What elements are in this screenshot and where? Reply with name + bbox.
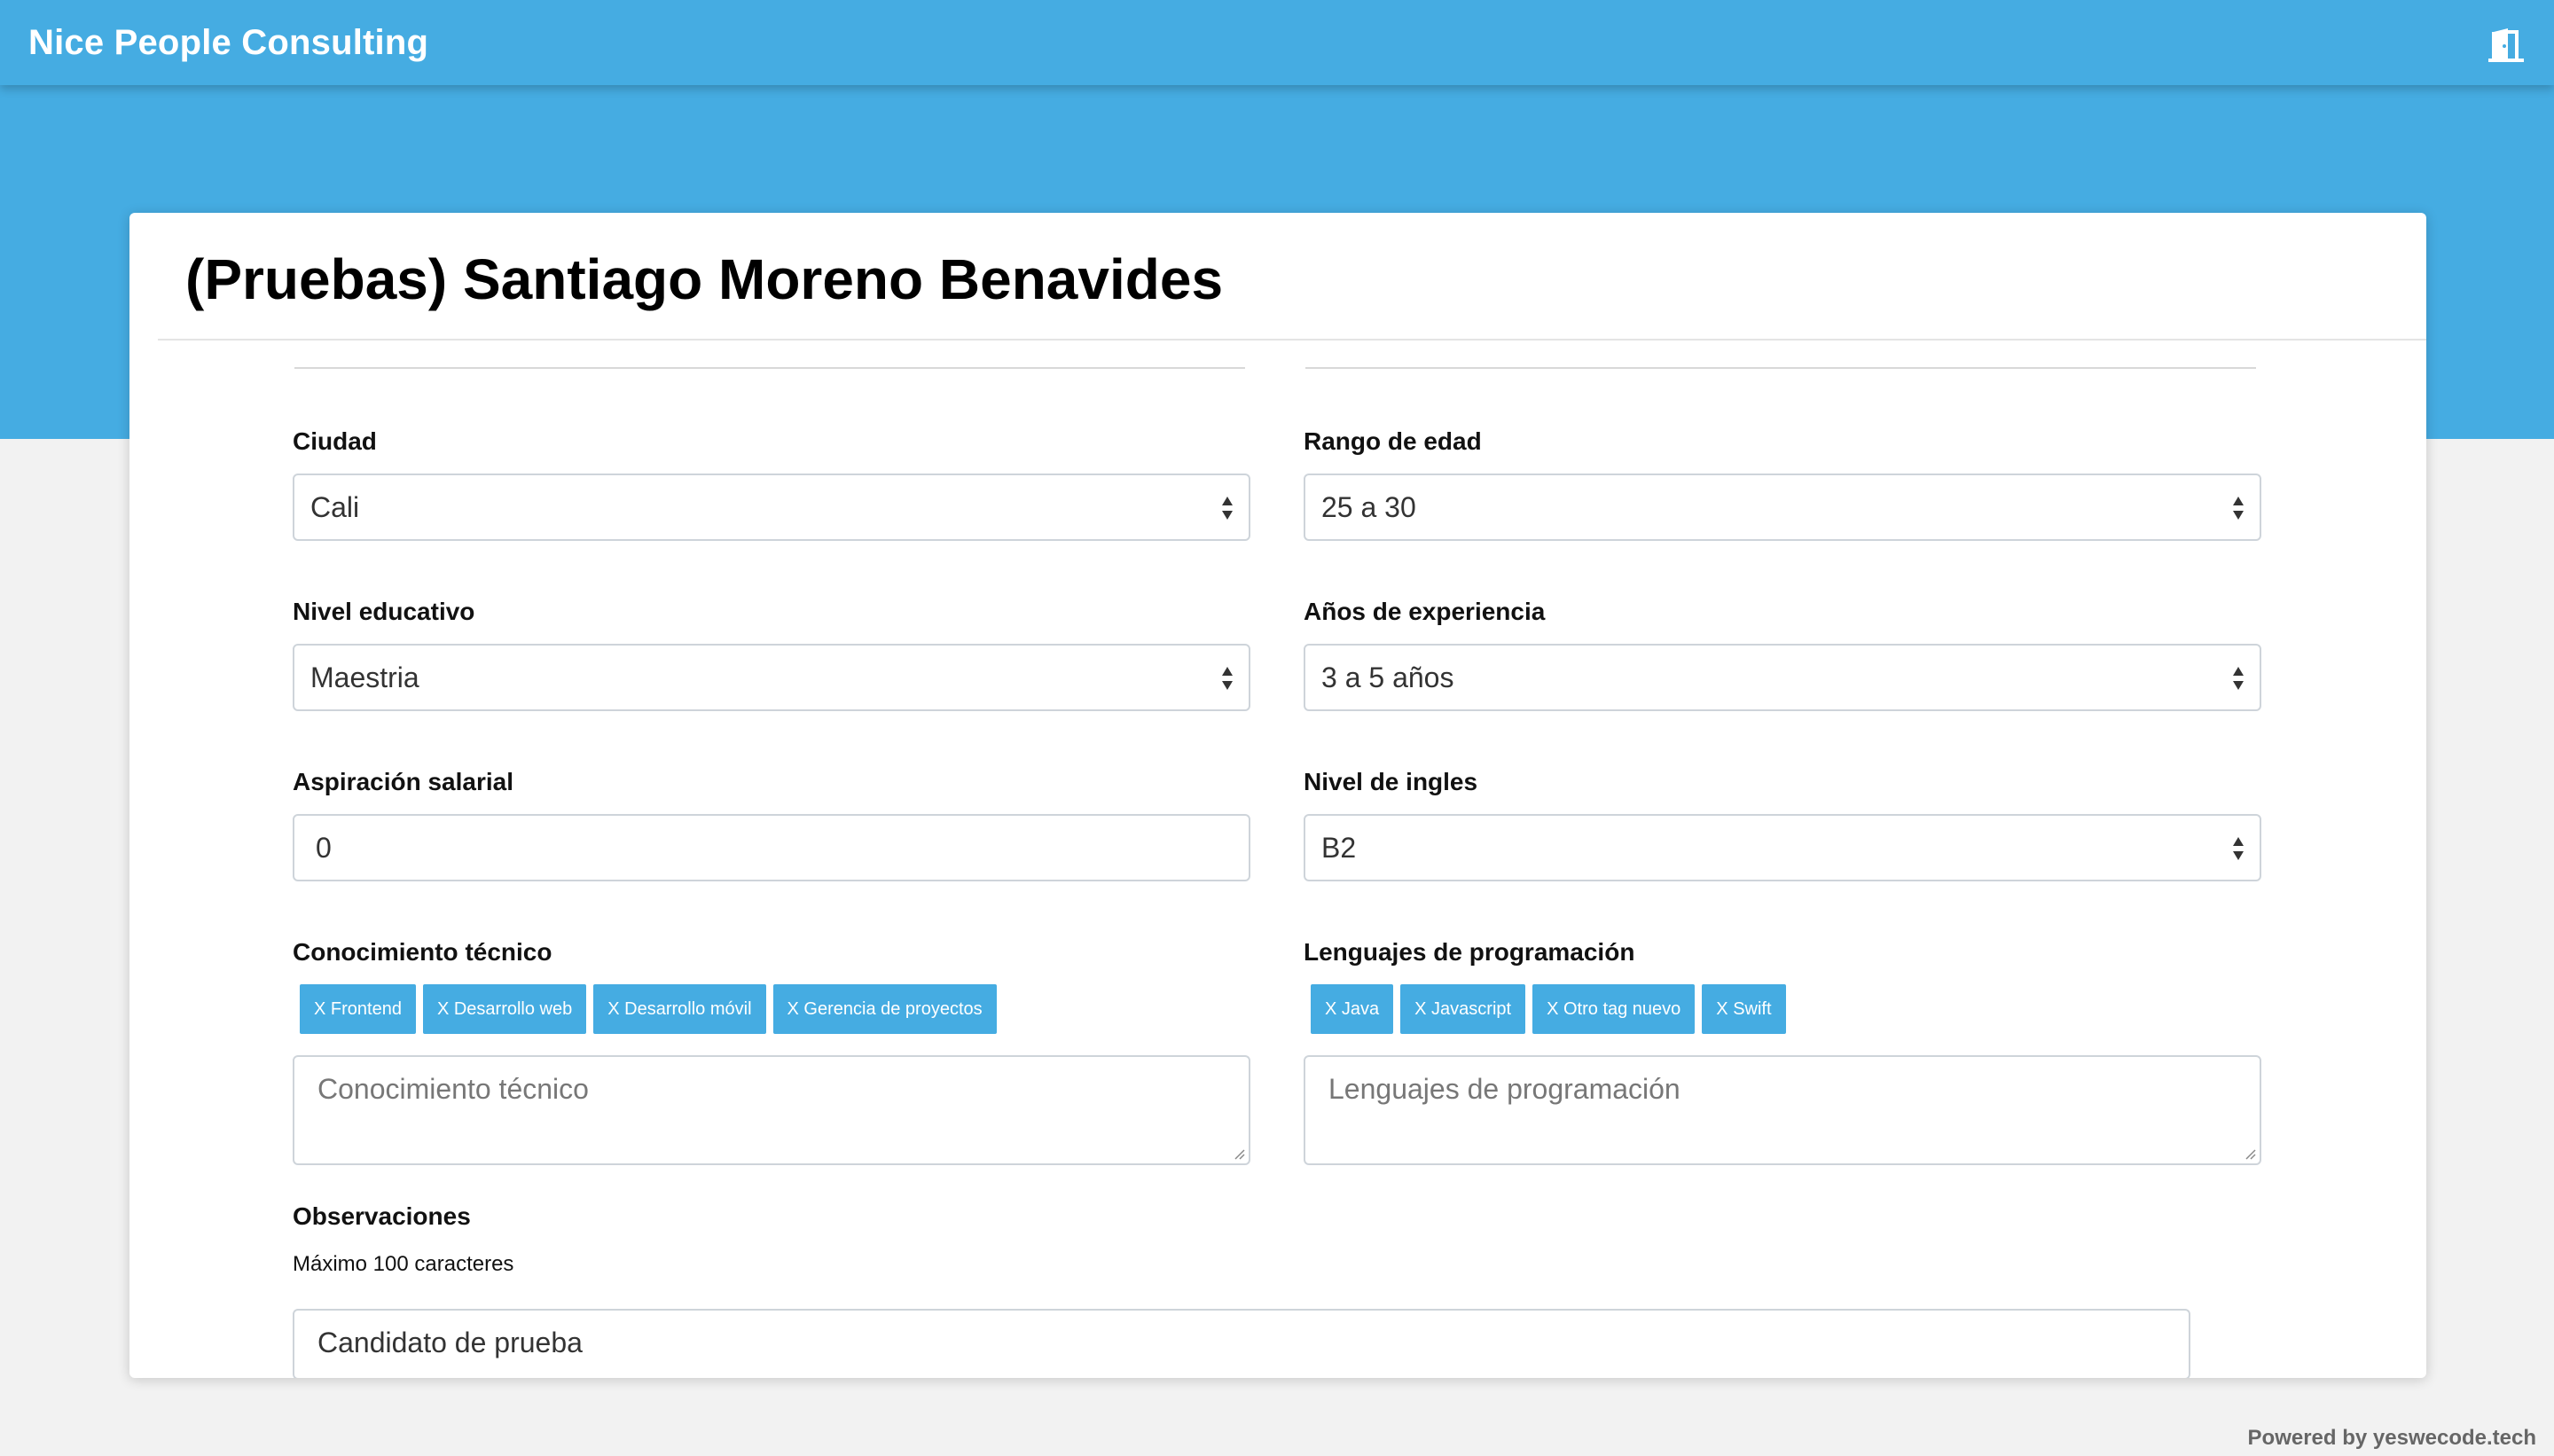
observaciones-textarea[interactable]: Candidato de prueba xyxy=(293,1309,2190,1378)
tag-frontend[interactable]: X Frontend xyxy=(300,984,416,1034)
observaciones-label: Observaciones xyxy=(293,1202,471,1230)
brand-name[interactable]: Nice People Consulting xyxy=(28,23,428,63)
anos-experiencia-select[interactable]: 3 a 5 años xyxy=(1304,644,2261,711)
tag-desarrollo-web[interactable]: X Desarrollo web xyxy=(422,984,587,1034)
lenguajes-tags: X Java X Javascript X Otro tag nuevo X S… xyxy=(1311,984,1786,1034)
tag-swift[interactable]: X Swift xyxy=(1702,984,1786,1034)
select-arrows-icon xyxy=(1222,667,1233,690)
conocimiento-tecnico-placeholder: Conocimiento técnico xyxy=(317,1073,589,1105)
select-arrows-icon xyxy=(1222,497,1233,520)
powered-by-footer[interactable]: Powered by yeswecode.tech xyxy=(2248,1426,2536,1451)
top-navbar: Nice People Consulting xyxy=(0,0,2554,85)
aspiracion-salarial-value: 0 xyxy=(316,832,332,864)
aspiracion-salarial-input[interactable]: 0 xyxy=(293,814,1250,881)
tag-otro-tag-nuevo[interactable]: X Otro tag nuevo xyxy=(1532,984,1696,1034)
tag-desarrollo-movil[interactable]: X Desarrollo móvil xyxy=(593,984,766,1034)
rango-edad-value: 25 a 30 xyxy=(1321,491,1416,523)
anos-experiencia-value: 3 a 5 años xyxy=(1321,661,1454,693)
conocimiento-tecnico-textarea[interactable]: Conocimiento técnico xyxy=(293,1055,1250,1165)
nivel-educativo-label: Nivel educativo xyxy=(293,598,475,625)
conocimiento-tecnico-label: Conocimiento técnico xyxy=(293,938,552,966)
lenguajes-textarea[interactable]: Lenguajes de programación xyxy=(1304,1055,2261,1165)
tag-java[interactable]: X Java xyxy=(1311,984,1394,1034)
ciudad-select[interactable]: Cali xyxy=(293,474,1250,541)
right-column-rule xyxy=(1305,367,2256,369)
ciudad-label: Ciudad xyxy=(293,427,377,455)
aspiracion-salarial-label: Aspiración salarial xyxy=(293,768,514,795)
ciudad-value: Cali xyxy=(310,491,360,523)
nivel-educativo-select[interactable]: Maestria xyxy=(293,644,1250,711)
tag-javascript[interactable]: X Javascript xyxy=(1400,984,1526,1034)
observaciones-hint: Máximo 100 caracteres xyxy=(293,1252,514,1276)
nivel-educativo-value: Maestria xyxy=(310,661,419,693)
candidate-card: (Pruebas) Santiago Moreno Benavides Ciud… xyxy=(129,213,2426,1378)
select-arrows-icon xyxy=(2233,837,2244,860)
rango-edad-label: Rango de edad xyxy=(1304,427,1482,455)
nivel-ingles-select[interactable]: B2 xyxy=(1304,814,2261,881)
lenguajes-placeholder: Lenguajes de programación xyxy=(1328,1073,1680,1105)
left-column-rule xyxy=(294,367,1245,369)
select-arrows-icon xyxy=(2233,667,2244,690)
lenguajes-label: Lenguajes de programación xyxy=(1304,938,1635,966)
resize-grip-icon[interactable] xyxy=(2244,1147,2256,1160)
tag-gerencia-proyectos[interactable]: X Gerencia de proyectos xyxy=(772,984,997,1034)
resize-grip-icon[interactable] xyxy=(1233,1147,1245,1160)
rango-edad-select[interactable]: 25 a 30 xyxy=(1304,474,2261,541)
candidate-title: (Pruebas) Santiago Moreno Benavides xyxy=(185,247,1224,311)
select-arrows-icon xyxy=(2233,497,2244,520)
exit-door-icon[interactable] xyxy=(2487,28,2526,64)
nivel-ingles-value: B2 xyxy=(1321,832,1357,864)
conocimiento-tecnico-tags: X Frontend X Desarrollo web X Desarrollo… xyxy=(300,984,997,1034)
title-divider xyxy=(158,339,2426,341)
nivel-ingles-label: Nivel de ingles xyxy=(1304,768,1478,795)
observaciones-value: Candidato de prueba xyxy=(317,1327,583,1358)
anos-experiencia-label: Años de experiencia xyxy=(1304,598,1546,625)
